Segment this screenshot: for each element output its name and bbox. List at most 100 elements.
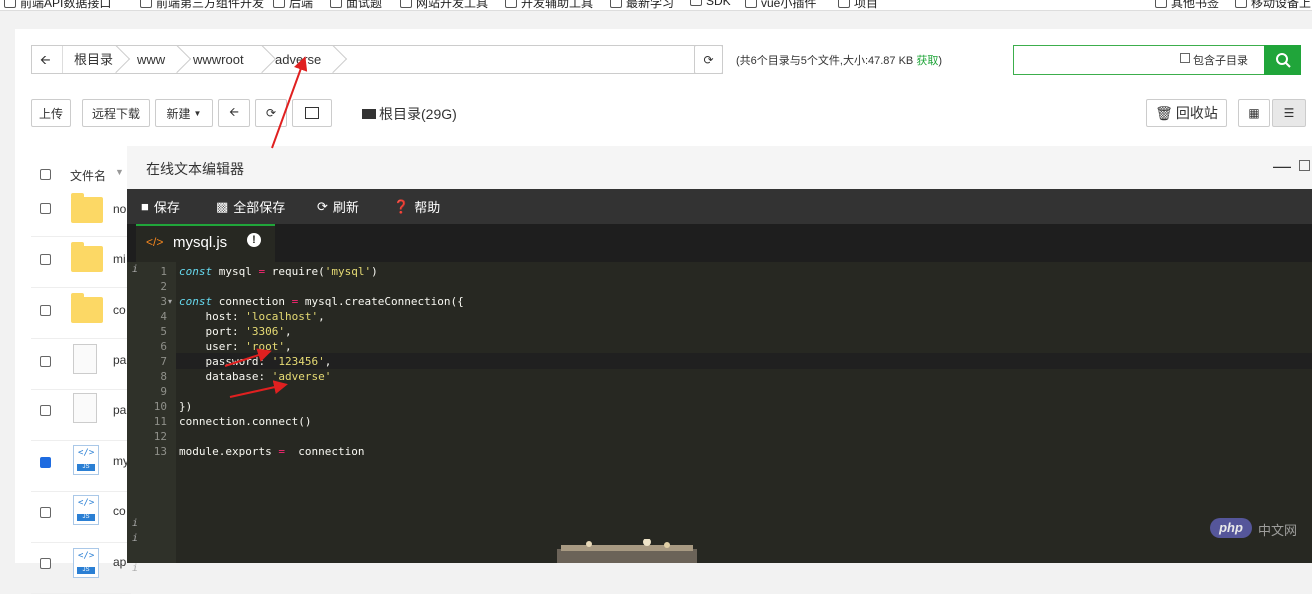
minimize-icon[interactable]: — [1273,156,1291,177]
grid-view-button[interactable]: ▦ [1238,99,1270,127]
bookmark-item[interactable]: 后端 [273,0,313,10]
row-checkbox[interactable] [40,457,51,468]
file-name[interactable]: pa [113,353,126,367]
breadcrumb-item[interactable]: www [137,46,165,73]
list-view-button[interactable]: ☰ [1272,99,1306,127]
line-number: 3 [160,295,167,308]
code-line: module.exports = connection [179,445,365,458]
table-row[interactable]: co [31,287,131,339]
sort-icon[interactable]: ▼ [115,167,124,177]
file-name[interactable]: co [113,303,126,317]
line-number: 12 [153,430,167,443]
bookmark-item[interactable]: SDK [690,0,731,8]
new-button[interactable]: 新建 ▼ [155,99,213,127]
refresh-icon[interactable]: ⟳ [694,45,723,74]
line-number: 9 [160,385,167,398]
info-marker-icon: i [132,563,139,574]
breadcrumb-separator [247,44,277,74]
bookmark-item[interactable]: 前端第三方组件开发 [140,0,264,10]
table-row[interactable]: no [31,185,131,237]
refresh-button[interactable]: ⟳ [255,99,287,127]
arrow-left-icon[interactable]: 🡨 [40,51,51,73]
code-line: user: 'root', [179,340,292,353]
bookmark-item[interactable]: 项目 [838,0,878,10]
code-area[interactable]: 1 2 3 4 5 6 7 8 9 10 11 12 13 const mysq… [127,262,1312,563]
bookmark-item[interactable]: 移动设备上 [1235,0,1311,10]
terminal-icon [305,107,319,119]
file-icon [73,393,97,423]
divider [62,46,63,73]
disk-label: 根目录(29G) [379,106,457,122]
table-row[interactable]: pa [31,338,131,390]
line-number: 10 [153,400,167,413]
caret-down-icon: ▼ [193,108,202,118]
refresh-icon: ⟳ [317,198,328,214]
maximize-icon[interactable] [1299,160,1310,171]
save-all-icon: ▩ [216,198,229,214]
file-name[interactable]: pa [113,403,126,417]
row-checkbox[interactable] [40,203,51,214]
breadcrumb-separator [318,44,348,74]
table-row[interactable]: </> JS ap [31,542,131,594]
code-line: host: 'localhost', [179,310,325,323]
file-name[interactable]: no [113,202,126,216]
save-all-button[interactable]: ▩ 全部保存 [216,189,285,224]
file-name[interactable]: co [113,504,126,518]
help-button[interactable]: ❓ 帮助 [393,189,440,224]
row-checkbox[interactable] [40,356,51,367]
editor-tab[interactable]: </> mysql.js ! [136,224,275,262]
select-all-checkbox[interactable] [40,169,51,180]
refresh-editor-button[interactable]: ⟳ 刷新 [317,189,359,224]
row-checkbox[interactable] [40,507,51,518]
bookmarks-bar: 前端API数据接口 前端第三方组件开发 后端 面试题 网站开发工具 开发辅助工具… [0,0,1312,11]
upload-button[interactable]: 上传 [31,99,71,127]
editor-titlebar: 在线文本编辑器 — [127,146,1312,190]
include-subdir-checkbox[interactable] [1180,53,1190,63]
line-number: 1 [160,265,167,278]
line-number: 5 [160,325,167,338]
column-header-name[interactable]: 文件名 [70,167,106,184]
file-name[interactable]: ap [113,555,126,569]
row-checkbox[interactable] [40,254,51,265]
disk-info: 根目录(29G) [362,104,457,124]
remote-download-button[interactable]: 远程下载 [82,99,150,127]
bookmark-item[interactable]: 其他书签 [1155,0,1219,10]
folder-icon [71,242,103,272]
code-icon: </> [146,235,164,249]
bookmark-item[interactable]: vue小插件 [745,0,816,10]
table-row[interactable]: pa [31,389,131,441]
table-row[interactable]: mi [31,236,131,288]
alert-icon[interactable]: ! [247,233,261,247]
line-number: 7 [160,355,167,368]
bookmark-item[interactable]: 开发辅助工具 [505,0,593,10]
search-input[interactable]: 包含子目录 [1013,45,1265,75]
bookmark-item[interactable]: 最新学习 [610,0,674,10]
include-subdir-label: 包含子目录 [1193,55,1248,67]
breadcrumb-item[interactable]: adverse [275,46,321,73]
breadcrumb-item[interactable]: wwwroot [193,46,244,73]
editor-title: 在线文本编辑器 [146,161,244,177]
row-checkbox[interactable] [40,305,51,316]
back-button[interactable]: 🡨 [218,99,250,127]
table-row[interactable]: </> JS co [31,491,131,543]
bookmark-item[interactable]: 面试题 [330,0,382,10]
js-file-icon: </> JS [73,445,99,475]
row-checkbox[interactable] [40,558,51,569]
code-line: database: 'adverse' [179,370,332,383]
line-number: 8 [160,370,167,383]
search-button[interactable] [1264,45,1301,75]
php-watermark: php 中文网 [1210,518,1310,540]
terminal-button[interactable] [292,99,332,127]
file-name[interactable]: mi [113,252,126,266]
decorative-flower-image [557,539,697,563]
bookmark-item[interactable]: 前端API数据接口 [4,0,111,10]
list-icon: ☰ [1283,106,1295,120]
bookmark-item[interactable]: 网站开发工具 [400,0,488,10]
fetch-size-link[interactable]: 获取 [916,55,938,67]
save-button[interactable]: ■ 保存 [141,189,180,224]
recycle-bin-button[interactable]: 🗑 回收站 [1146,99,1227,127]
table-row[interactable]: </> JS my [31,440,131,492]
code-line: connection.connect() [179,415,312,428]
editor-tabbar: </> mysql.js ! [127,224,1312,262]
row-checkbox[interactable] [40,405,51,416]
